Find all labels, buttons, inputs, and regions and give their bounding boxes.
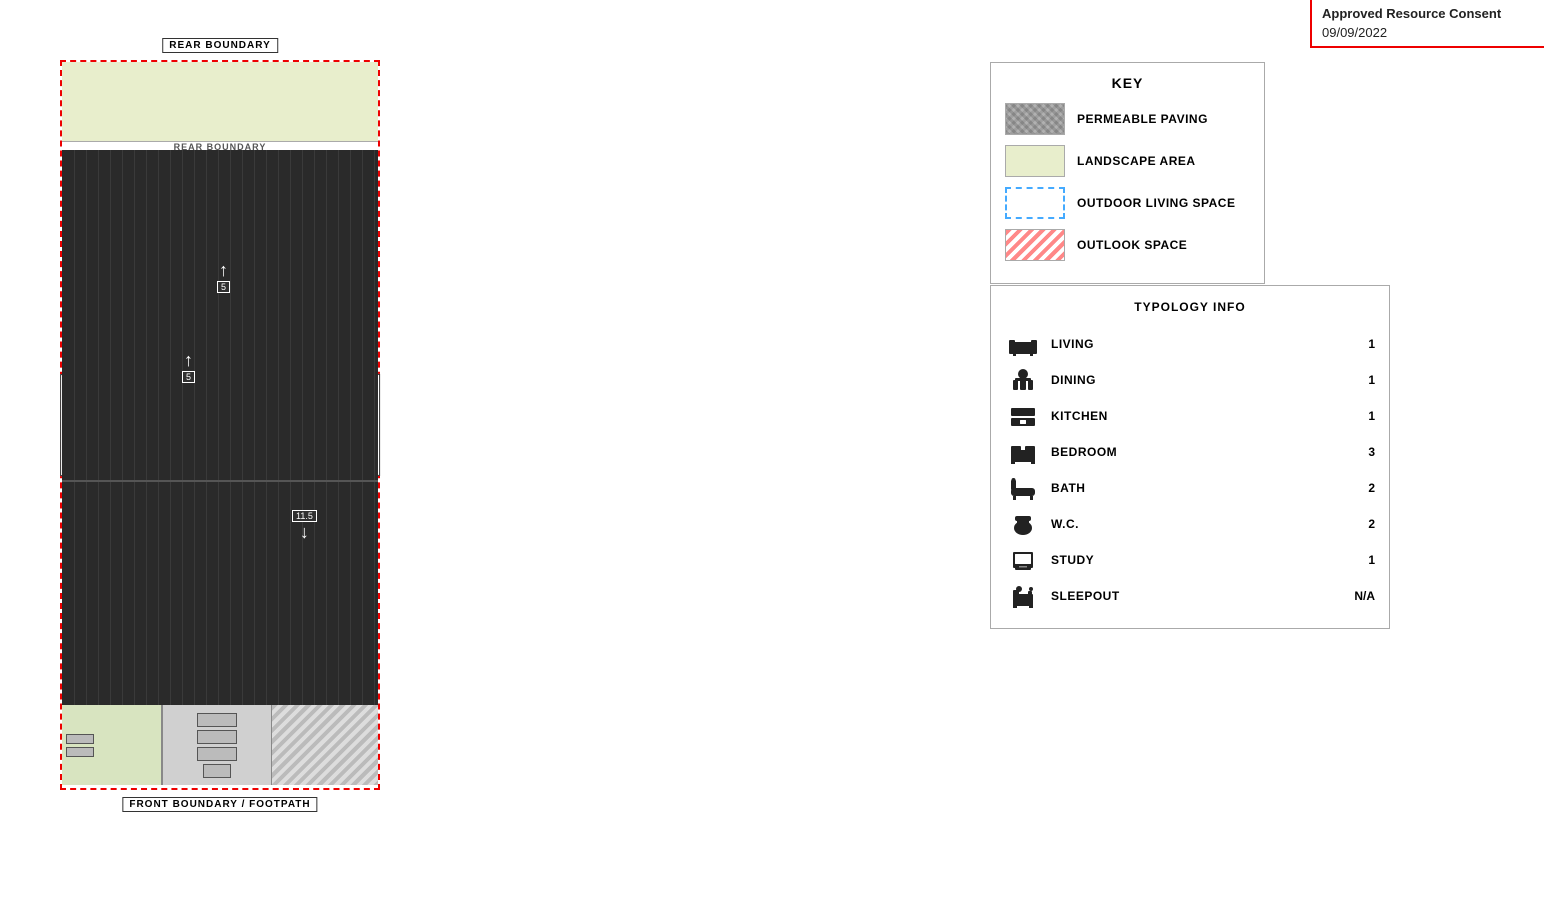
building-body: ↑ 5 ↑ 5 11.5 ↓ [62,150,378,705]
living-value: 1 [1345,337,1375,351]
parking-area [162,705,272,785]
key-swatch-landscape [1005,145,1065,177]
building-stripes [62,150,378,705]
typology-row-living: LIVING 1 [1005,326,1375,362]
sleepout-value: N/A [1345,589,1375,603]
lower-section [62,705,378,785]
typology-title: TYPOLOGY INFO [1005,300,1375,314]
kitchen-icon [1005,402,1041,430]
key-item-outdoor: OUTDOOR LIVING SPACE [1005,187,1250,219]
key-label-outlook: OUTLOOK SPACE [1077,238,1187,252]
stamp-date: 09/09/2022 [1322,25,1534,40]
living-icon [1005,330,1041,358]
key-panel: KEY PERMEABLE PAVING LANDSCAPE AREA OUTD… [990,62,1265,284]
wc-name: W.C. [1051,517,1335,531]
garage-door-1 [66,734,94,744]
bedroom-value: 3 [1345,445,1375,459]
typology-panel: TYPOLOGY INFO LIVING 1 D [990,285,1390,629]
dining-icon [1005,366,1041,394]
wc-value: 2 [1345,517,1375,531]
parking-space-1 [197,713,237,727]
building-separator [62,480,378,482]
bath-icon [1005,474,1041,502]
dining-name: DINING [1051,373,1335,387]
stamp-title: Approved Resource Consent [1322,6,1534,21]
bath-value: 2 [1345,481,1375,495]
sleepout-name: SLEEPOUT [1051,589,1335,603]
garage-door-2 [66,747,94,757]
typology-row-dining: DINING 1 [1005,362,1375,398]
typology-row-sleepout: SLEEPOUT N/A [1005,578,1375,614]
typology-row-bath: BATH 2 [1005,470,1375,506]
typology-row-study: STUDY 1 [1005,542,1375,578]
garage-area [62,705,162,785]
key-label-outdoor: OUTDOOR LIVING SPACE [1077,196,1235,210]
typology-row-bedroom: BEDROOM 3 [1005,434,1375,470]
study-icon [1005,546,1041,574]
arrow-down-1: 11.5 ↓ [292,510,317,543]
key-item-landscape: LANDSCAPE AREA [1005,145,1250,177]
typology-row-kitchen: KITCHEN 1 [1005,398,1375,434]
landscape-area-top [62,62,378,142]
driveway-area [272,705,378,785]
key-item-permeable: PERMEABLE PAVING [1005,103,1250,135]
rear-boundary-label-top: REAR BOUNDARY [162,38,278,53]
key-label-permeable: PERMEABLE PAVING [1077,112,1208,126]
key-swatch-permeable [1005,103,1065,135]
study-name: STUDY [1051,553,1335,567]
parking-space-2 [197,730,237,744]
arrow-up-2: ↑ 5 [182,350,195,383]
driveway-diagonal [272,705,378,785]
bedroom-name: BEDROOM [1051,445,1335,459]
sleepout-icon [1005,582,1041,610]
key-swatch-outlook [1005,229,1065,261]
arrow-up-1: ↑ 5 [217,260,230,293]
key-item-outlook: OUTLOOK SPACE [1005,229,1250,261]
bedroom-icon [1005,438,1041,466]
kitchen-name: KITCHEN [1051,409,1335,423]
parking-space-3 [197,747,237,761]
typology-row-wc: W.C. 2 [1005,506,1375,542]
kitchen-value: 1 [1345,409,1375,423]
key-swatch-outdoor [1005,187,1065,219]
floorplan-container: REAR BOUNDARY FRONT BOUNDARY / FOOTPATH … [60,60,380,790]
study-value: 1 [1345,553,1375,567]
parking-space-4 [203,764,231,778]
dining-value: 1 [1345,373,1375,387]
bath-name: BATH [1051,481,1335,495]
approved-stamp: Approved Resource Consent 09/09/2022 [1310,0,1544,48]
wc-icon [1005,510,1041,538]
key-label-landscape: LANDSCAPE AREA [1077,154,1196,168]
key-title: KEY [1005,75,1250,91]
living-name: LIVING [1051,337,1335,351]
front-boundary-label: FRONT BOUNDARY / FOOTPATH [122,797,317,812]
